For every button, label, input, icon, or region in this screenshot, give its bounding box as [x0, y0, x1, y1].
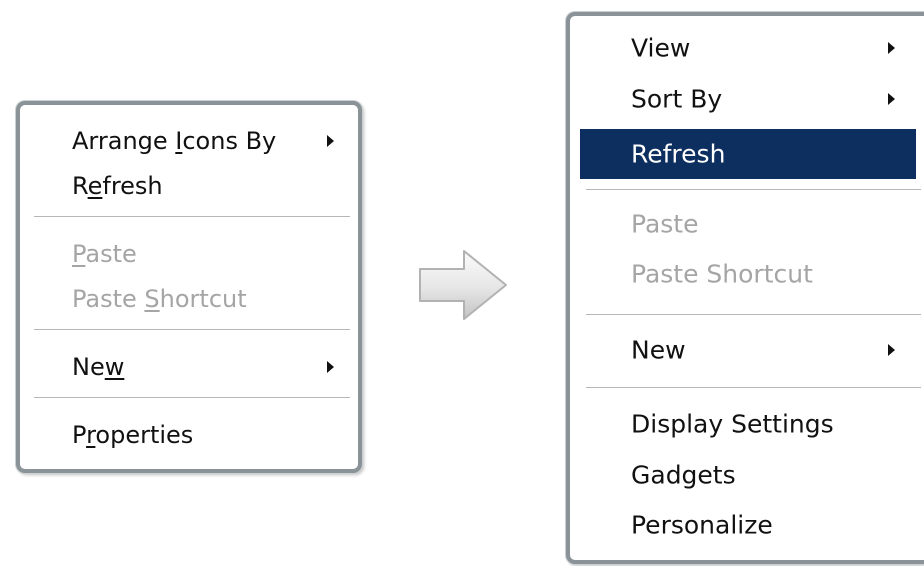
- menu-item-new[interactable]: New: [570, 330, 924, 370]
- menu-item-label: Paste Shortcut: [631, 259, 813, 289]
- menu-item-label: Sort By: [631, 84, 723, 114]
- menu-item-refresh[interactable]: Refresh: [580, 129, 916, 179]
- menu-item-new[interactable]: New: [20, 347, 358, 387]
- menu-item-gadgets[interactable]: Gadgets: [570, 455, 924, 495]
- menu-separator: [34, 216, 350, 218]
- menu-item-view[interactable]: View: [570, 28, 924, 68]
- menu-item-label: Refresh: [72, 172, 163, 200]
- vista-context-menu: View Sort By Refresh Paste Paste Shortcu…: [566, 12, 924, 564]
- menu-separator: [34, 329, 350, 331]
- menu-item-label: Paste: [72, 240, 137, 268]
- menu-item-label: Paste: [631, 209, 699, 239]
- menu-item-paste-shortcut[interactable]: Paste Shortcut: [20, 279, 358, 319]
- menu-item-display-settings[interactable]: Display Settings: [570, 404, 924, 444]
- menu-item-label: Refresh: [631, 139, 726, 169]
- menu-item-paste-shortcut[interactable]: Paste Shortcut: [570, 254, 924, 294]
- menu-item-paste[interactable]: Paste: [570, 204, 924, 244]
- menu-item-label: New: [72, 353, 125, 381]
- menu-item-paste[interactable]: Paste: [20, 234, 358, 274]
- submenu-arrow-icon: [327, 361, 334, 373]
- submenu-arrow-icon: [327, 135, 334, 147]
- menu-item-label: Display Settings: [631, 409, 834, 439]
- menu-item-personalize[interactable]: Personalize: [570, 505, 924, 545]
- menu-item-label: Gadgets: [631, 460, 736, 490]
- xp-context-menu: Arrange Icons By Refresh Paste Paste Sho…: [16, 101, 362, 473]
- menu-item-label: Personalize: [631, 510, 773, 540]
- menu-item-refresh[interactable]: Refresh: [20, 166, 358, 206]
- menu-item-label: Arrange Icons By: [72, 127, 277, 155]
- submenu-arrow-icon: [888, 42, 895, 54]
- menu-item-label: Properties: [72, 421, 194, 449]
- submenu-arrow-icon: [888, 93, 895, 105]
- menu-separator: [586, 189, 921, 191]
- menu-separator: [586, 314, 921, 316]
- menu-separator: [34, 397, 350, 399]
- menu-item-properties[interactable]: Properties: [20, 415, 358, 455]
- menu-item-label: View: [631, 33, 691, 63]
- menu-item-sort-by[interactable]: Sort By: [570, 79, 924, 119]
- submenu-arrow-icon: [888, 344, 895, 356]
- menu-item-label: Paste Shortcut: [72, 285, 247, 313]
- menu-item-label: New: [631, 335, 686, 365]
- comparison-stage: Arrange Icons By Refresh Paste Paste Sho…: [0, 0, 924, 566]
- menu-item-arrange-icons-by[interactable]: Arrange Icons By: [20, 121, 358, 161]
- right-arrow-icon: [419, 250, 507, 320]
- menu-separator: [586, 387, 921, 389]
